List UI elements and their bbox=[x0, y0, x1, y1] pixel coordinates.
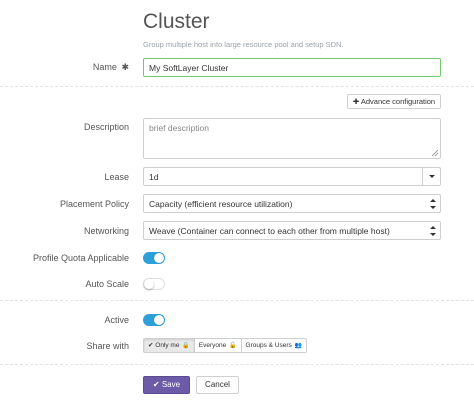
name-label: Name ✱ bbox=[93, 62, 129, 73]
profile-quota-label: Profile Quota Applicable bbox=[32, 253, 129, 263]
page-title: Cluster bbox=[143, 10, 210, 33]
unlock-icon: 🔓 bbox=[229, 343, 237, 349]
share-option-label: Everyone bbox=[198, 342, 227, 349]
select-arrows-icon bbox=[430, 226, 436, 236]
select-arrows-icon bbox=[430, 199, 436, 209]
toggle-knob bbox=[154, 315, 164, 325]
description-placeholder: brief description bbox=[149, 123, 210, 133]
check-icon: ✔ bbox=[152, 380, 160, 389]
share-everyone-button[interactable]: Everyone 🔓 bbox=[194, 339, 242, 352]
plus-icon: ✚ bbox=[352, 97, 360, 106]
required-icon: ✱ bbox=[121, 62, 129, 72]
profile-quota-toggle[interactable] bbox=[143, 252, 165, 264]
toggle-knob bbox=[154, 253, 164, 263]
save-button-label: Save bbox=[161, 380, 181, 389]
share-groups-users-button[interactable]: Groups & Users 👥 bbox=[241, 339, 307, 352]
share-with-group: ✔ Only me 🔒 Everyone 🔓 Groups & Users 👥 bbox=[143, 338, 308, 353]
auto-scale-toggle[interactable] bbox=[143, 278, 165, 290]
save-button[interactable]: ✔ Save bbox=[143, 376, 190, 394]
users-icon: 👥 bbox=[294, 343, 303, 349]
description-field[interactable]: brief description bbox=[143, 118, 441, 159]
lease-field[interactable]: 1d bbox=[143, 167, 441, 186]
divider bbox=[0, 364, 474, 365]
page-subtitle: Group multiple host into large resource … bbox=[143, 40, 344, 49]
networking-value: Weave (Container can connect to each oth… bbox=[149, 226, 390, 236]
lease-dropdown-toggle[interactable] bbox=[422, 168, 440, 185]
advance-configuration-button[interactable]: ✚ Advance configuration bbox=[347, 94, 441, 109]
share-with-label: Share with bbox=[86, 341, 129, 351]
check-icon: ✔ bbox=[148, 342, 154, 349]
lease-label: Lease bbox=[104, 172, 129, 182]
divider bbox=[0, 86, 474, 87]
name-label-text: Name bbox=[92, 62, 117, 72]
placement-policy-label: Placement Policy bbox=[59, 199, 129, 209]
networking-label: Networking bbox=[83, 226, 129, 236]
advance-configuration-label: Advance configuration bbox=[360, 97, 436, 106]
description-label: Description bbox=[83, 122, 129, 132]
cancel-button[interactable]: Cancel bbox=[196, 376, 239, 394]
lease-value: 1d bbox=[149, 172, 159, 182]
share-only-me-button[interactable]: ✔ Only me 🔒 bbox=[144, 339, 195, 352]
resize-grip-icon[interactable] bbox=[432, 150, 438, 156]
lock-icon: 🔒 bbox=[182, 343, 190, 349]
name-field[interactable]: My SoftLayer Cluster bbox=[143, 58, 441, 77]
active-toggle[interactable] bbox=[143, 314, 165, 326]
chevron-down-icon bbox=[429, 175, 435, 178]
divider bbox=[0, 300, 474, 301]
share-option-label: Only me bbox=[155, 342, 180, 349]
toggle-knob bbox=[144, 279, 154, 289]
placement-policy-value: Capacity (efficient resource utilization… bbox=[149, 199, 293, 209]
networking-select[interactable]: Weave (Container can connect to each oth… bbox=[143, 221, 441, 240]
placement-policy-select[interactable]: Capacity (efficient resource utilization… bbox=[143, 194, 441, 213]
active-label: Active bbox=[104, 315, 129, 325]
auto-scale-label: Auto Scale bbox=[85, 279, 129, 289]
share-option-label: Groups & Users bbox=[245, 342, 292, 349]
